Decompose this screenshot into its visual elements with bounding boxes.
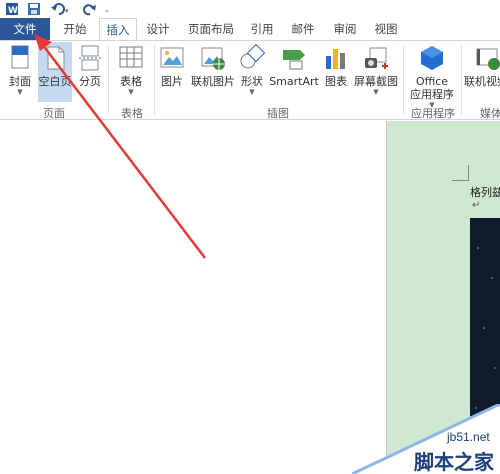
chart-icon [322,44,350,72]
screenshot-label: 屏幕截图 [354,75,398,88]
online-pictures-button[interactable]: 联机图片 [189,44,237,88]
chevron-down-icon: ▼ [373,88,379,96]
smartart-button[interactable]: SmartArt [269,44,319,88]
page-break-icon [76,44,104,72]
group-separator [108,45,109,115]
shapes-button[interactable]: 形状 ▼ [238,43,266,96]
tab-page-layout[interactable]: 页面布局 [181,18,241,40]
table-button[interactable]: 表格 ▼ [114,44,148,96]
quick-access-toolbar: W ▾ ⌄ [0,0,500,18]
shapes-label: 形状 [241,75,263,88]
cover-page-icon [6,44,34,72]
tab-references[interactable]: 引用 [244,18,280,40]
customize-qat-icon[interactable]: ⌄ [102,1,112,17]
blank-page-label: 空白页 [38,75,72,88]
office-store-icon [418,44,446,72]
tab-mailings[interactable]: 邮件 [284,18,322,40]
page-break-button[interactable]: 分页 [76,44,104,88]
tab-home[interactable]: 开始 [53,18,97,40]
watermark-url: jb51.net [447,430,490,444]
online-video-label: 联机视频 [464,75,500,88]
chevron-down-icon: ▼ [17,88,23,96]
document-text[interactable]: 格列兹 [470,184,500,200]
group-label-illustrations: 插图 [267,107,289,120]
group-separator [461,45,462,115]
group-label-media: 媒体 [480,107,500,120]
undo-icon[interactable]: ▾ [49,1,73,17]
office-apps-label-line2: 应用程序 [410,88,454,101]
screenshot-button[interactable]: 屏幕截图 ▼ [352,44,400,96]
tab-file[interactable]: 文件 [0,18,50,40]
svg-text:▾: ▾ [65,7,69,15]
smartart-label: SmartArt [269,75,319,88]
group-label-tables: 表格 [121,107,143,120]
paragraph-mark: ↵ [472,200,481,211]
tab-insert[interactable]: 插入 [99,18,137,41]
svg-text:W: W [8,6,18,16]
cover-page-button[interactable]: 封面 ▼ [4,44,36,96]
table-icon [117,44,145,72]
screenshot-icon [362,44,390,72]
crop-mark [452,180,468,181]
shapes-icon [238,43,266,72]
group-label-pages: 页面 [43,107,65,120]
ribbon-tabs: 文件 开始 插入 设计 页面布局 引用 邮件 审阅 视图 [0,18,500,41]
chart-label: 图表 [325,75,347,88]
online-video-icon [474,44,500,72]
tab-design[interactable]: 设计 [139,18,177,40]
page-break-label: 分页 [79,75,101,88]
watermark-name: 脚本之家 [414,450,494,474]
tab-view[interactable]: 视图 [366,18,406,40]
save-icon[interactable] [26,1,42,17]
online-pictures-label: 联机图片 [191,75,235,88]
cover-page-label: 封面 [9,75,31,88]
pictures-label: 图片 [161,75,183,88]
group-separator [154,45,155,115]
table-label: 表格 [120,75,142,88]
office-apps-label-line1: Office [415,75,449,88]
pictures-button[interactable]: 图片 [158,44,186,88]
chevron-down-icon: ▼ [249,88,255,96]
ribbon-insert: 封面 ▼ 空白页 分页 页面 表格 ▼ 表格 图片 联机图片 形状 ▼ Smar… [0,40,500,120]
group-label-apps: 应用程序 [411,107,455,120]
redo-icon[interactable] [82,1,98,17]
tab-review[interactable]: 审阅 [326,18,364,40]
online-video-button[interactable]: 联机视频 [464,44,500,88]
chevron-down-icon: ▼ [128,88,134,96]
blank-page-button[interactable]: 空白页 [38,42,72,102]
blank-page-icon [41,44,69,72]
smartart-icon [280,44,308,72]
chart-button[interactable]: 图表 [322,44,350,88]
pictures-icon [158,44,186,72]
office-apps-button[interactable]: Office 应用程序 ▼ [406,44,458,109]
crop-mark [468,165,469,181]
word-app-icon[interactable]: W [4,1,20,17]
online-pictures-icon [199,44,227,72]
